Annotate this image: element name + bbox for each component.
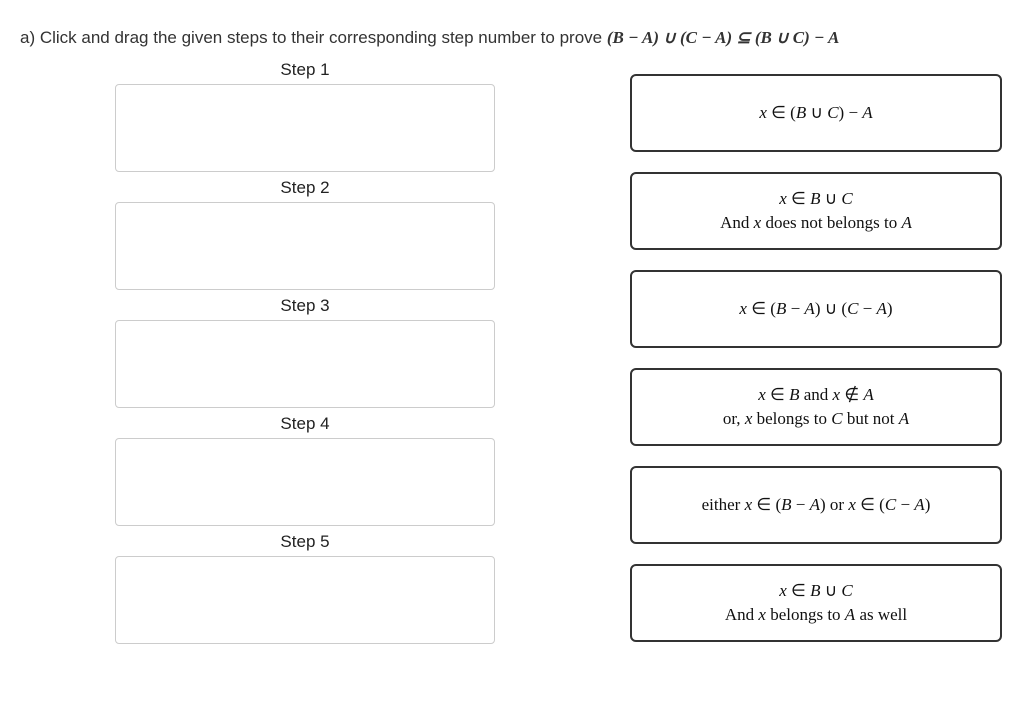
draggable-option[interactable]: x ∈ (B ∪ C) − A xyxy=(630,74,1002,152)
option-line-2: And x does not belongs to A xyxy=(720,211,912,235)
option-line-1: x ∈ B ∪ C xyxy=(779,187,853,211)
step-label: Step 1 xyxy=(115,60,495,80)
step-block: Step 4 xyxy=(115,414,495,526)
option-line-2: And x belongs to A as well xyxy=(725,603,907,627)
option-line-1: either x ∈ (B − A) or x ∈ (C − A) xyxy=(702,493,931,517)
option-line-1: x ∈ (B ∪ C) − A xyxy=(759,101,872,125)
draggable-option[interactable]: either x ∈ (B − A) or x ∈ (C − A) xyxy=(630,466,1002,544)
option-line-1: x ∈ (B − A) ∪ (C − A) xyxy=(739,297,892,321)
step-label: Step 3 xyxy=(115,296,495,316)
step-block: Step 2 xyxy=(115,178,495,290)
step-block: Step 1 xyxy=(115,60,495,172)
step-drop-target-5[interactable] xyxy=(115,556,495,644)
step-label: Step 5 xyxy=(115,532,495,552)
step-drop-target-3[interactable] xyxy=(115,320,495,408)
draggable-option[interactable]: x ∈ (B − A) ∪ (C − A) xyxy=(630,270,1002,348)
step-block: Step 5 xyxy=(115,532,495,644)
draggable-option[interactable]: x ∈ B ∪ C And x belongs to A as well xyxy=(630,564,1002,642)
step-label: Step 2 xyxy=(115,178,495,198)
option-line-1: x ∈ B and x ∉ A xyxy=(758,383,874,407)
question-prompt: a) Click and drag the given steps to the… xyxy=(20,28,1004,48)
step-block: Step 3 xyxy=(115,296,495,408)
step-drop-target-1[interactable] xyxy=(115,84,495,172)
draggable-option[interactable]: x ∈ B ∪ C And x does not belongs to A xyxy=(630,172,1002,250)
step-targets-column: Step 1 Step 2 Step 3 Step 4 Step 5 xyxy=(115,60,495,650)
draggable-options-column: x ∈ (B ∪ C) − A x ∈ B ∪ C And x does not… xyxy=(630,74,1002,662)
option-line-2: or, x belongs to C but not A xyxy=(723,407,909,431)
step-label: Step 4 xyxy=(115,414,495,434)
step-drop-target-2[interactable] xyxy=(115,202,495,290)
step-drop-target-4[interactable] xyxy=(115,438,495,526)
prompt-expression: (B − A) ∪ (C − A) ⊆ (B ∪ C) − A xyxy=(607,28,839,47)
prompt-prefix: a) Click and drag the given steps to the… xyxy=(20,28,607,47)
draggable-option[interactable]: x ∈ B and x ∉ A or, x belongs to C but n… xyxy=(630,368,1002,446)
option-line-1: x ∈ B ∪ C xyxy=(779,579,853,603)
